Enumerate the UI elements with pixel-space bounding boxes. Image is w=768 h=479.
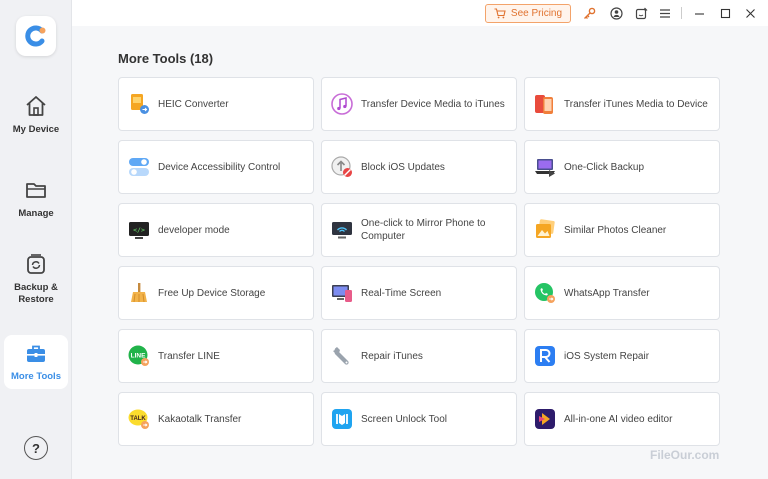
- sidebar-item-my-device[interactable]: My Device: [4, 94, 68, 136]
- realtime-screen-icon: [332, 285, 352, 302]
- tool-label: Real-Time Screen: [361, 287, 442, 299]
- main-content: More Tools (18) HEIC Converter Transfer …: [72, 26, 768, 479]
- tool-label: developer mode: [158, 224, 230, 236]
- itunes-note-icon: [331, 93, 353, 115]
- tool-card-transfer-line[interactable]: LINE Transfer LINE: [118, 329, 314, 383]
- tool-label: Block iOS Updates: [361, 161, 445, 173]
- tool-card-free-up-device-storage[interactable]: Free Up Device Storage: [118, 266, 314, 320]
- tool-card-mirror-phone-to-computer[interactable]: One-click to Mirror Phone to Computer: [321, 203, 517, 257]
- block-update-icon: [331, 156, 352, 177]
- minimize-icon[interactable]: [692, 6, 706, 20]
- svg-text:TALK: TALK: [130, 416, 146, 422]
- tool-label: One-Click Backup: [564, 161, 645, 173]
- tool-card-similar-photos-cleaner[interactable]: Similar Photos Cleaner: [524, 203, 720, 257]
- app-logo: [16, 16, 56, 56]
- see-pricing-button[interactable]: See Pricing: [485, 4, 571, 23]
- key-icon[interactable]: [582, 6, 596, 20]
- tool-card-whatsapp-transfer[interactable]: WhatsApp Transfer: [524, 266, 720, 320]
- photos-icon: [536, 219, 555, 238]
- feedback-icon[interactable]: [634, 6, 648, 20]
- tool-card-screen-unlock-tool[interactable]: Screen Unlock Tool: [321, 392, 517, 446]
- tool-label: iOS System Repair: [564, 350, 650, 362]
- sidebar-item-label: My Device: [12, 124, 60, 135]
- sidebar-item-backup-restore[interactable]: Backup & Restore: [4, 252, 68, 306]
- tool-card-one-click-backup[interactable]: One-Click Backup: [524, 140, 720, 194]
- help-icon: ?: [32, 440, 40, 456]
- sidebar: My Device Manage Backup & Restore More T…: [0, 0, 72, 479]
- see-pricing-label: See Pricing: [510, 8, 563, 19]
- tool-label: All-in-one AI video editor: [564, 413, 673, 425]
- phones-transfer-icon: [535, 95, 553, 114]
- wrench-icon: [333, 347, 349, 365]
- whatsapp-icon: [535, 283, 555, 303]
- sidebar-item-label: Backup & Restore: [14, 282, 58, 305]
- tool-card-block-ios-updates[interactable]: Block iOS Updates: [321, 140, 517, 194]
- page-title: More Tools (18): [118, 51, 214, 66]
- broom-icon: [131, 283, 147, 303]
- titlebar-divider: [681, 7, 682, 19]
- account-icon[interactable]: [609, 6, 623, 20]
- help-button[interactable]: ?: [24, 436, 48, 460]
- tool-label: One-click to Mirror Phone to Computer: [361, 218, 486, 242]
- tool-label: Repair iTunes: [361, 350, 423, 362]
- backup-restore-icon: [27, 254, 45, 274]
- tool-card-device-accessibility-control[interactable]: Device Accessibility Control: [118, 140, 314, 194]
- tool-card-ai-video-editor[interactable]: All-in-one AI video editor: [524, 392, 720, 446]
- tool-card-real-time-screen[interactable]: Real-Time Screen: [321, 266, 517, 320]
- folder-icon: [26, 183, 46, 198]
- tool-label: Kakaotalk Transfer: [158, 413, 242, 425]
- tool-label: HEIC Converter: [158, 98, 229, 110]
- tool-label: Device Accessibility Control: [158, 161, 281, 173]
- toggle-icon: [129, 158, 149, 176]
- system-repair-icon: [535, 346, 555, 366]
- sidebar-item-manage[interactable]: Manage: [4, 178, 68, 220]
- svg-text:</>: </>: [133, 226, 145, 234]
- kakaotalk-icon: TALK: [128, 409, 149, 429]
- tool-label: Similar Photos Cleaner: [564, 224, 667, 236]
- maximize-icon[interactable]: [718, 6, 732, 20]
- tool-label: Transfer Device Media to iTunes: [361, 98, 505, 110]
- tool-card-ios-system-repair[interactable]: iOS System Repair: [524, 329, 720, 383]
- menu-icon[interactable]: [658, 6, 672, 20]
- tool-card-repair-itunes[interactable]: Repair iTunes: [321, 329, 517, 383]
- close-icon[interactable]: [743, 6, 757, 20]
- mirror-screen-icon: [332, 222, 352, 239]
- house-icon: [26, 96, 46, 116]
- tools-grid: HEIC Converter Transfer Device Media to …: [118, 77, 720, 446]
- sidebar-item-label: Manage: [18, 208, 54, 219]
- tool-card-kakaotalk-transfer[interactable]: TALK Kakaotalk Transfer: [118, 392, 314, 446]
- tool-card-transfer-device-media-to-itunes[interactable]: Transfer Device Media to iTunes: [321, 77, 517, 131]
- terminal-icon: </>: [129, 222, 149, 239]
- tool-label: Transfer LINE: [158, 350, 220, 362]
- cart-icon: [494, 8, 506, 19]
- tool-card-heic-converter[interactable]: HEIC Converter: [118, 77, 314, 131]
- line-icon: LINE: [128, 345, 149, 366]
- tool-label: Transfer iTunes Media to Device: [564, 98, 708, 110]
- tool-label: Screen Unlock Tool: [361, 413, 447, 425]
- screen-unlock-icon: [332, 409, 352, 429]
- sidebar-item-label: More Tools: [11, 371, 61, 382]
- laptop-backup-icon: [535, 159, 555, 177]
- heic-converter-icon: [131, 94, 149, 114]
- tool-label: WhatsApp Transfer: [564, 287, 650, 299]
- tool-card-developer-mode[interactable]: </> developer mode: [118, 203, 314, 257]
- watermark: FileOur.com: [650, 448, 720, 462]
- tool-label: Free Up Device Storage: [158, 287, 266, 299]
- toolbox-icon: [27, 345, 45, 362]
- title-bar: See Pricing: [72, 0, 768, 26]
- sidebar-item-more-tools[interactable]: More Tools: [4, 335, 68, 389]
- ai-video-editor-icon: [535, 409, 555, 429]
- tool-card-transfer-itunes-media-to-device[interactable]: Transfer iTunes Media to Device: [524, 77, 720, 131]
